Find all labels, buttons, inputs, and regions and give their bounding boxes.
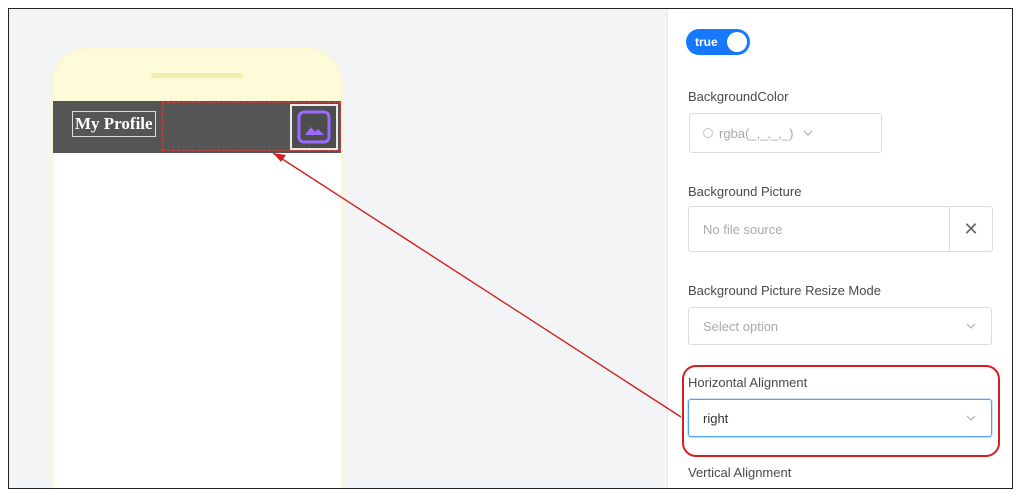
screenshot-frame: My Profile true BackgroundColor rgba(_,_… (8, 8, 1013, 489)
vertical-alignment-label: Vertical Alignment (688, 465, 792, 480)
color-swatch-icon (703, 128, 713, 138)
phone-speaker (151, 73, 243, 78)
chevron-down-icon (966, 323, 976, 329)
phone-mockup: My Profile (51, 47, 343, 488)
toggle-label: true (695, 35, 718, 49)
annotation-highlight-box (682, 365, 1000, 457)
phone-top-bezel (53, 49, 341, 101)
background-color-picker[interactable]: rgba(_,_,_,_) (689, 113, 882, 153)
resize-mode-select[interactable]: Select option (688, 307, 992, 345)
resize-mode-label: Background Picture Resize Mode (688, 283, 881, 298)
background-picture-field[interactable]: No file source ✕ (688, 206, 993, 252)
background-picture-label: Background Picture (688, 184, 802, 199)
background-color-value: rgba(_,_,_,_) (719, 125, 794, 141)
clear-file-button[interactable]: ✕ (949, 207, 992, 251)
image-button[interactable] (290, 104, 338, 150)
background-picture-placeholder: No file source (703, 222, 783, 237)
boolean-toggle[interactable]: true (686, 29, 750, 55)
property-panel: true BackgroundColor rgba(_,_,_,_) Backg… (667, 9, 1012, 488)
resize-mode-placeholder: Select option (703, 319, 779, 334)
chevron-down-icon (804, 130, 813, 136)
background-color-label: BackgroundColor (688, 89, 789, 104)
app-bar-title[interactable]: My Profile (72, 111, 156, 137)
image-icon (297, 110, 331, 144)
toggle-knob (727, 32, 747, 52)
preview-canvas: My Profile (9, 9, 667, 488)
app-bar[interactable]: My Profile (53, 101, 341, 153)
close-icon: ✕ (963, 218, 979, 239)
